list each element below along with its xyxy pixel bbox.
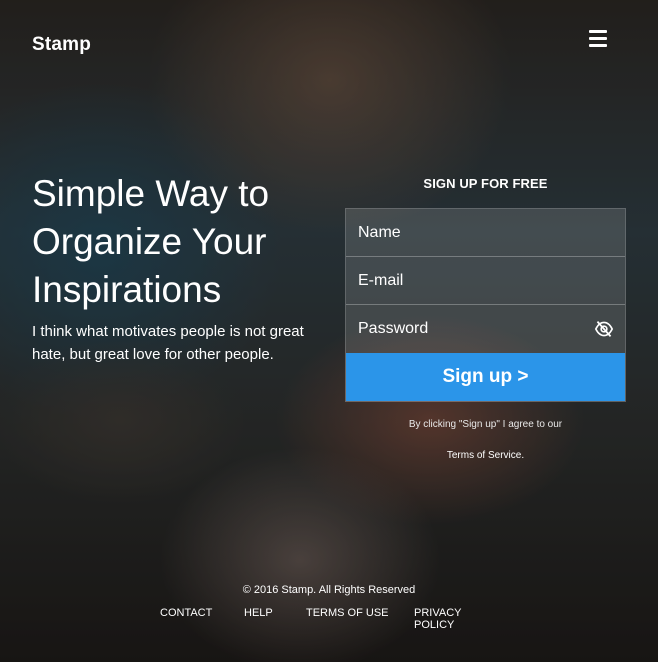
footer-link-help[interactable]: HELP [244, 607, 306, 631]
hero-title: Simple Way to Organize Your Inspirations [32, 173, 270, 310]
password-field[interactable] [346, 305, 625, 353]
agree-text: By clicking "Sign up" I agree to our [408, 419, 563, 430]
footer-link-terms[interactable]: TERMS OF USE [306, 607, 414, 631]
password-field-wrapper [346, 305, 625, 353]
hero-subtitle: I think what motivates people is not gre… [32, 323, 304, 363]
name-field[interactable] [346, 209, 625, 256]
logo[interactable]: Stamp [32, 34, 91, 56]
eye-slash-icon[interactable] [594, 320, 614, 338]
email-field[interactable] [346, 257, 625, 304]
footer-nav: CONTACT HELP TERMS OF USE PRIVACY POLICY [160, 607, 504, 631]
hamburger-menu-icon[interactable] [589, 30, 607, 47]
name-field-wrapper [346, 209, 625, 257]
signup-heading: SIGN UP FOR FREE [423, 176, 548, 191]
terms-of-service-link[interactable]: Terms of Service. [345, 450, 626, 461]
signup-button[interactable]: Sign up > [346, 353, 625, 401]
footer-link-privacy[interactable]: PRIVACY POLICY [414, 607, 504, 631]
footer-link-contact[interactable]: CONTACT [160, 607, 244, 631]
signup-form: Sign up > [345, 208, 626, 402]
email-field-wrapper [346, 257, 625, 305]
copyright: © 2016 Stamp. All Rights Reserved [242, 584, 416, 596]
